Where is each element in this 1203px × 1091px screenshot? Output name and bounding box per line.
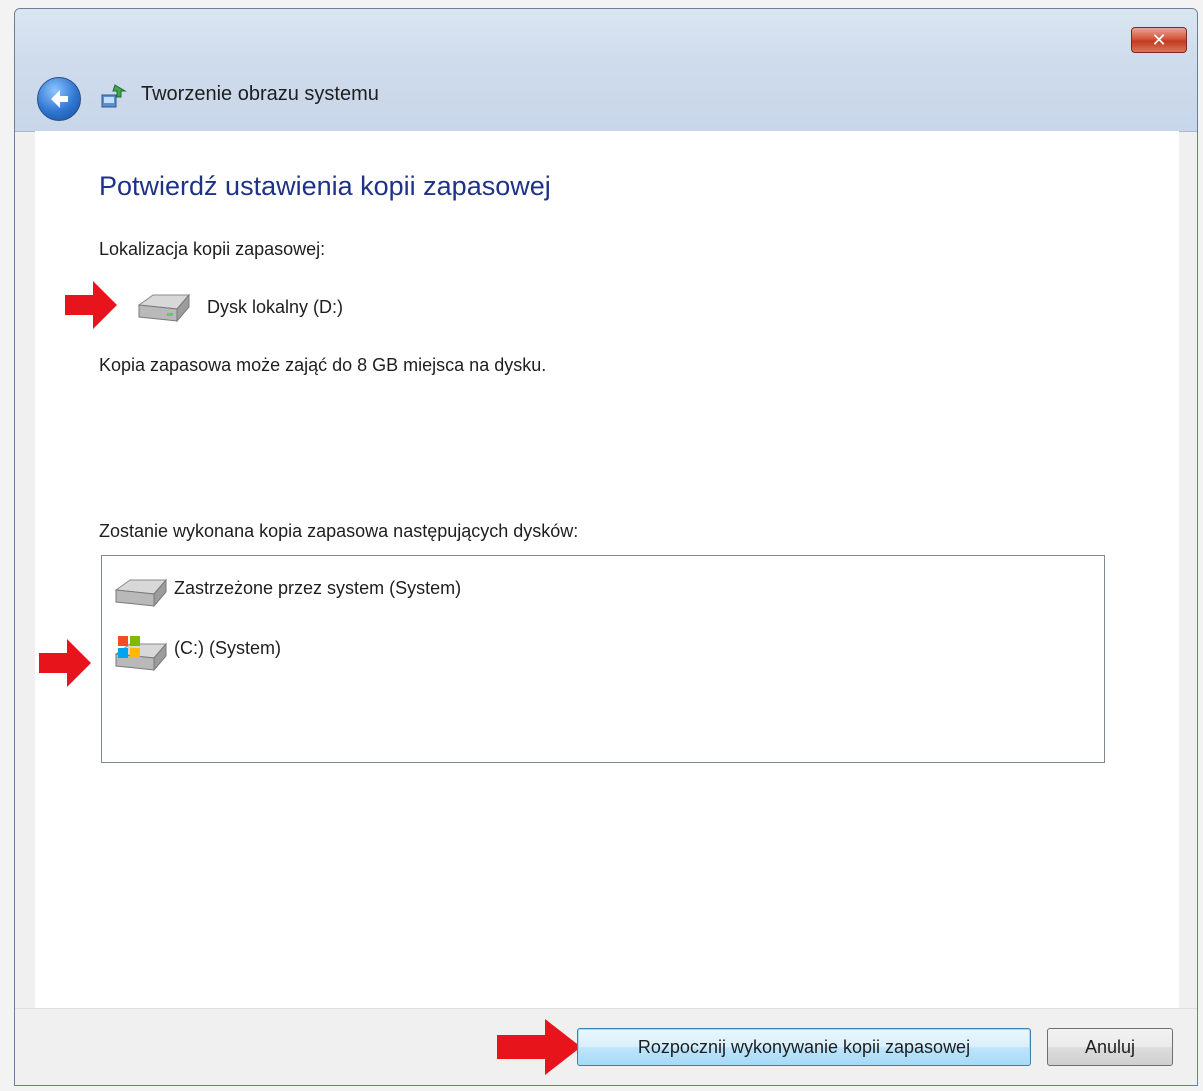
location-drive-label: Dysk lokalny (D:) xyxy=(207,297,344,317)
close-icon: ✕ xyxy=(1151,30,1167,50)
system-image-icon xyxy=(101,84,127,108)
space-note: Kopia zapasowa może zająć do 8 GB miejsc… xyxy=(99,355,547,375)
dialog-window: ✕ Tworzenie obrazu systemu Potwierdź ust… xyxy=(14,8,1198,1086)
location-label: Lokalizacja kopii zapasowej: xyxy=(99,239,326,259)
red-arrow-icon xyxy=(65,281,117,329)
list-item[interactable]: Zastrzeżone przez system (System) xyxy=(110,572,1010,612)
back-button[interactable] xyxy=(37,77,81,121)
title-bar: ✕ Tworzenie obrazu systemu xyxy=(15,9,1197,132)
cancel-button[interactable]: Anuluj xyxy=(1047,1028,1173,1066)
drives-list[interactable]: Zastrzeżone przez system (System) (C:) (… xyxy=(101,555,1105,763)
window-title: Tworzenie obrazu systemu xyxy=(141,83,379,105)
footer-bar: Rozpocznij wykonywanie kopii zapasowej A… xyxy=(15,1008,1197,1085)
close-button[interactable]: ✕ xyxy=(1131,27,1187,53)
hard-drive-icon xyxy=(137,293,191,323)
content-area: Potwierdź ustawienia kopii zapasowej Lok… xyxy=(35,131,1179,1008)
page-heading: Potwierdź ustawienia kopii zapasowej xyxy=(99,171,551,201)
windows-drive-icon xyxy=(114,636,168,672)
back-arrow-icon xyxy=(51,90,68,108)
list-item[interactable]: (C:) (System) xyxy=(110,632,1010,672)
start-backup-button[interactable]: Rozpocznij wykonywanie kopii zapasowej xyxy=(577,1028,1031,1066)
drive-label: Zastrzeżone przez system (System) xyxy=(174,578,462,598)
drive-label: (C:) (System) xyxy=(174,638,281,658)
drives-label: Zostanie wykonana kopia zapasowa następu… xyxy=(99,521,579,541)
red-arrow-icon xyxy=(39,639,91,687)
hard-drive-icon xyxy=(114,578,168,608)
red-arrow-icon xyxy=(497,1019,581,1075)
